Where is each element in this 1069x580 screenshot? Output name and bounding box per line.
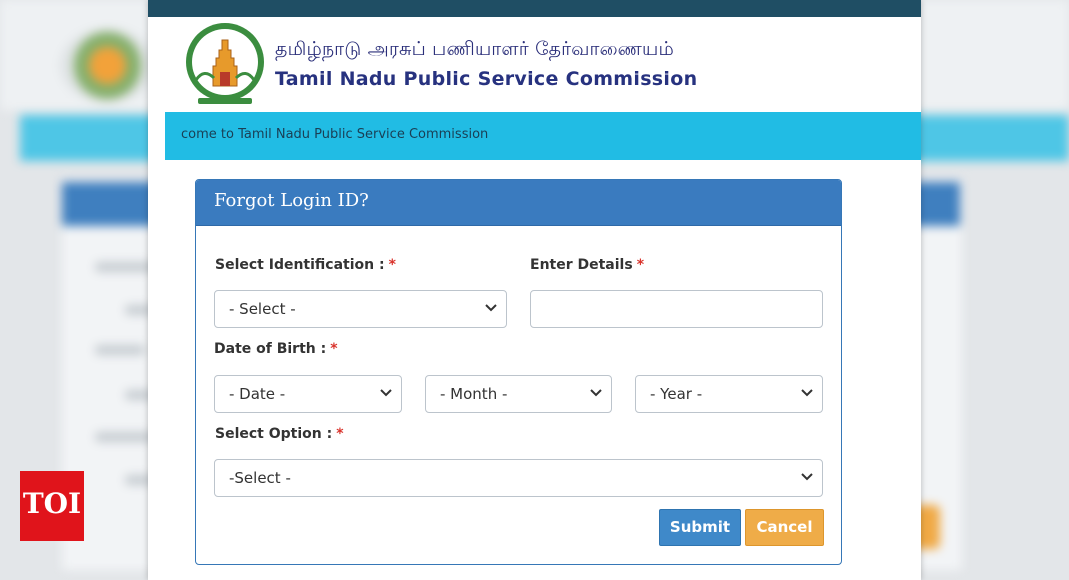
dob-label-text: Date of Birth : <box>214 341 327 357</box>
marquee-banner: come to Tamil Nadu Public Service Commis… <box>165 112 921 160</box>
date-select[interactable]: - Date - <box>214 375 402 413</box>
title-english: Tamil Nadu Public Service Commission <box>275 68 698 90</box>
tnpsc-page: தமிழ்நாடு அரசுப் பணியாளர் தேர்வாணையம் Ta… <box>148 0 921 580</box>
required-mark: * <box>336 426 344 442</box>
chevron-down-icon <box>590 389 602 397</box>
identification-label-text: Select Identification : <box>215 257 385 273</box>
month-select-value: - Month - <box>440 385 508 403</box>
forgot-login-panel: Forgot Login ID? Select Identification :… <box>195 179 842 565</box>
month-select[interactable]: - Month - <box>425 375 612 413</box>
background-line <box>95 345 145 355</box>
panel-title: Forgot Login ID? <box>214 190 369 211</box>
year-select[interactable]: - Year - <box>635 375 823 413</box>
chevron-down-icon <box>380 389 392 397</box>
date-select-value: - Date - <box>229 385 286 403</box>
dob-label: Date of Birth : * <box>214 341 338 357</box>
top-bar <box>148 0 921 17</box>
required-mark: * <box>388 257 396 273</box>
tnpsc-emblem-icon <box>186 23 264 104</box>
chevron-down-icon <box>801 473 813 481</box>
marquee-text: come to Tamil Nadu Public Service Commis… <box>181 127 489 142</box>
cancel-button[interactable]: Cancel <box>745 509 824 546</box>
submit-button[interactable]: Submit <box>659 509 741 546</box>
chevron-down-icon <box>485 304 497 312</box>
details-label-text: Enter Details <box>530 257 633 273</box>
panel-header: Forgot Login ID? <box>196 180 841 226</box>
identification-label: Select Identification : * <box>215 257 396 273</box>
required-mark: * <box>636 257 645 273</box>
toi-watermark: TOI <box>20 471 84 541</box>
option-select[interactable]: -Select - <box>214 459 823 497</box>
title-tamil: தமிழ்நாடு அரசுப் பணியாளர் தேர்வாணையம் <box>275 38 674 60</box>
required-mark: * <box>330 341 338 357</box>
details-label: Enter Details * <box>530 257 644 273</box>
option-label: Select Option : * <box>215 426 344 442</box>
option-select-value: -Select - <box>229 469 291 487</box>
year-select-value: - Year - <box>650 385 703 403</box>
option-label-text: Select Option : <box>215 426 333 442</box>
details-input[interactable] <box>530 290 823 328</box>
identification-select[interactable]: - Select - <box>214 290 507 328</box>
background-line <box>95 432 155 442</box>
toi-watermark-text: TOI <box>22 487 82 520</box>
chevron-down-icon <box>801 389 813 397</box>
background-logo <box>60 28 155 103</box>
identification-select-value: - Select - <box>229 300 296 318</box>
